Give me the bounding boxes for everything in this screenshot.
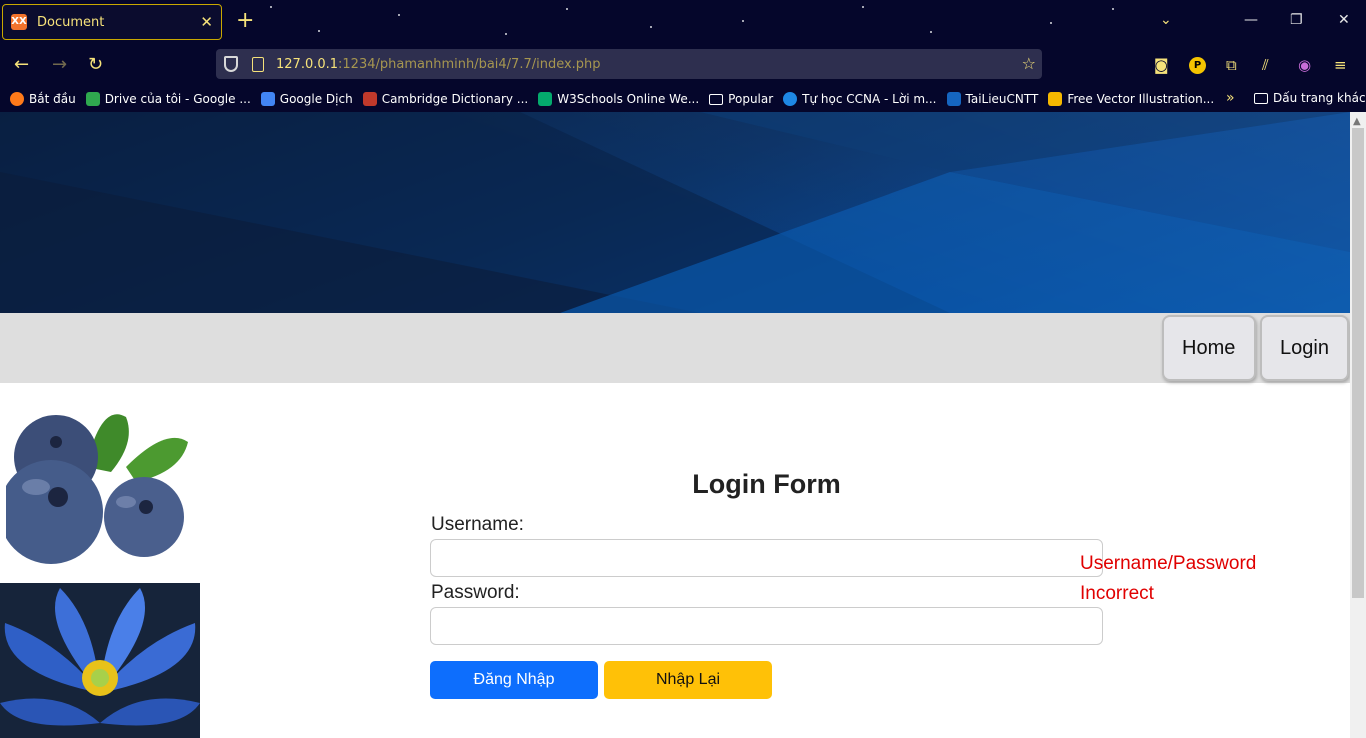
google-drive-icon (85, 92, 100, 106)
page-viewport: Home Login Login Form Username: Password… (0, 112, 1366, 738)
library-icon[interactable]: ⫽ (1262, 56, 1269, 74)
address-bar[interactable]: 127.0.0.1:1234/phamanhminh/bai4/7.7/inde… (216, 49, 1042, 79)
url-text[interactable]: 127.0.0.1:1234/phamanhminh/bai4/7.7/inde… (276, 57, 601, 72)
bookmark-label: TaiLieuCNTT (965, 92, 1039, 106)
url-path: :1234/phamanhminh/bai4/7.7/index.php (338, 56, 601, 72)
bookmark-label: W3Schools Online We... (557, 92, 700, 106)
bookmark-label: Free Vector Illustration... (1067, 92, 1215, 106)
tracking-shield-icon[interactable] (224, 56, 238, 72)
login-error-message: Username/Password Incorrect (1080, 549, 1320, 609)
password-label: Password: (431, 582, 520, 603)
bookmark-item[interactable]: Bắt đầu (10, 92, 76, 106)
list-all-tabs-icon[interactable]: ⌄ (1160, 12, 1172, 28)
password-input[interactable] (430, 607, 1103, 645)
reset-button[interactable]: Nhập Lại (604, 661, 772, 699)
bookmark-item[interactable]: W3Schools Online We... (538, 92, 699, 106)
active-tab[interactable]: XX Document ✕ (2, 4, 222, 40)
bookmark-label: Drive của tôi - Google ... (104, 92, 251, 106)
restore-icon[interactable]: ❐ (1290, 12, 1303, 28)
bookmark-folder[interactable]: Popular (709, 92, 773, 106)
scrollbar-thumb[interactable] (1352, 128, 1364, 598)
username-label: Username: (431, 514, 524, 535)
broadcast-icon[interactable]: ◉ (1298, 56, 1311, 74)
nav-home-button[interactable]: Home (1162, 315, 1256, 381)
login-form-title: Login Form (692, 469, 841, 499)
cambridge-icon (362, 92, 377, 106)
login-submit-button[interactable]: Đăng Nhập (430, 661, 598, 699)
bookmark-label: Cambridge Dictionary ... (381, 92, 529, 106)
pocket-icon[interactable]: ◙ (1154, 56, 1169, 74)
bookmark-label: Bắt đầu (29, 92, 76, 106)
bookmark-item[interactable]: TaiLieuCNTT (946, 92, 1039, 106)
forward-icon[interactable]: → (52, 54, 67, 75)
bookmark-item[interactable]: Cambridge Dictionary ... (362, 92, 529, 106)
bookmark-label: Tự học CCNA - Lời m... (802, 92, 937, 106)
w3schools-icon (538, 92, 553, 106)
close-window-icon[interactable]: ✕ (1338, 12, 1350, 28)
error-line-1: Username/Password (1080, 553, 1257, 574)
new-tab-icon[interactable]: + (236, 10, 254, 32)
bookmark-star-icon[interactable]: ☆ (1022, 54, 1036, 73)
username-input[interactable] (430, 539, 1103, 577)
menu-hamburger-icon[interactable]: ≡ (1334, 56, 1347, 74)
bookmark-item[interactable]: Free Vector Illustration... (1048, 92, 1214, 106)
nav-login-button[interactable]: Login (1260, 315, 1349, 381)
nav-menu: Home Login (0, 313, 1350, 383)
minimize-icon[interactable]: — (1244, 12, 1258, 28)
bookmark-label: Google Dịch (279, 92, 353, 106)
page-info-icon[interactable] (252, 56, 264, 72)
browser-tab-strip: XX Document ✕ + ⌄ — ❐ ✕ (0, 0, 1366, 44)
back-icon[interactable]: ← (14, 54, 29, 75)
bookmark-label: Popular (728, 92, 774, 106)
blueberries-image (6, 414, 188, 564)
folder-icon (709, 93, 724, 105)
bookmarks-toolbar: Bắt đầu Drive của tôi - Google ... Googl… (0, 86, 1366, 112)
header-banner (0, 112, 1350, 313)
error-line-2: Incorrect (1080, 583, 1154, 604)
other-bookmarks-folder[interactable]: Dấu trang khác (1254, 91, 1366, 105)
xampp-favicon-icon: XX (11, 14, 27, 30)
more-bookmarks-icon[interactable]: » (1226, 90, 1235, 106)
freevector-icon (1048, 92, 1063, 106)
firefox-icon (10, 92, 24, 106)
bookmark-item[interactable]: Tự học CCNA - Lời m... (783, 92, 937, 106)
other-bookmarks-label: Dấu trang khác (1273, 91, 1366, 105)
extensions-icon[interactable]: ⧉ (1226, 56, 1237, 74)
ccna-icon (783, 92, 798, 106)
blue-lotus-image (0, 583, 200, 738)
url-host: 127.0.0.1 (276, 56, 339, 72)
bookmark-item[interactable]: Drive của tôi - Google ... (85, 92, 251, 106)
tailieucntt-icon (946, 92, 961, 106)
tab-title: Document (37, 14, 105, 30)
page-scrollbar[interactable]: ▲ (1350, 112, 1366, 738)
google-translate-icon (260, 92, 275, 106)
reload-icon[interactable]: ↻ (88, 54, 103, 75)
folder-icon (1254, 92, 1268, 104)
browser-toolbar: ← → ↻ 127.0.0.1:1234/phamanhminh/bai4/7.… (0, 44, 1366, 86)
bookmark-item[interactable]: Google Dịch (260, 92, 353, 106)
scroll-up-arrow-icon[interactable]: ▲ (1353, 116, 1361, 127)
profile-extension-icon[interactable]: P (1189, 57, 1206, 74)
tab-close-icon[interactable]: ✕ (200, 13, 213, 31)
